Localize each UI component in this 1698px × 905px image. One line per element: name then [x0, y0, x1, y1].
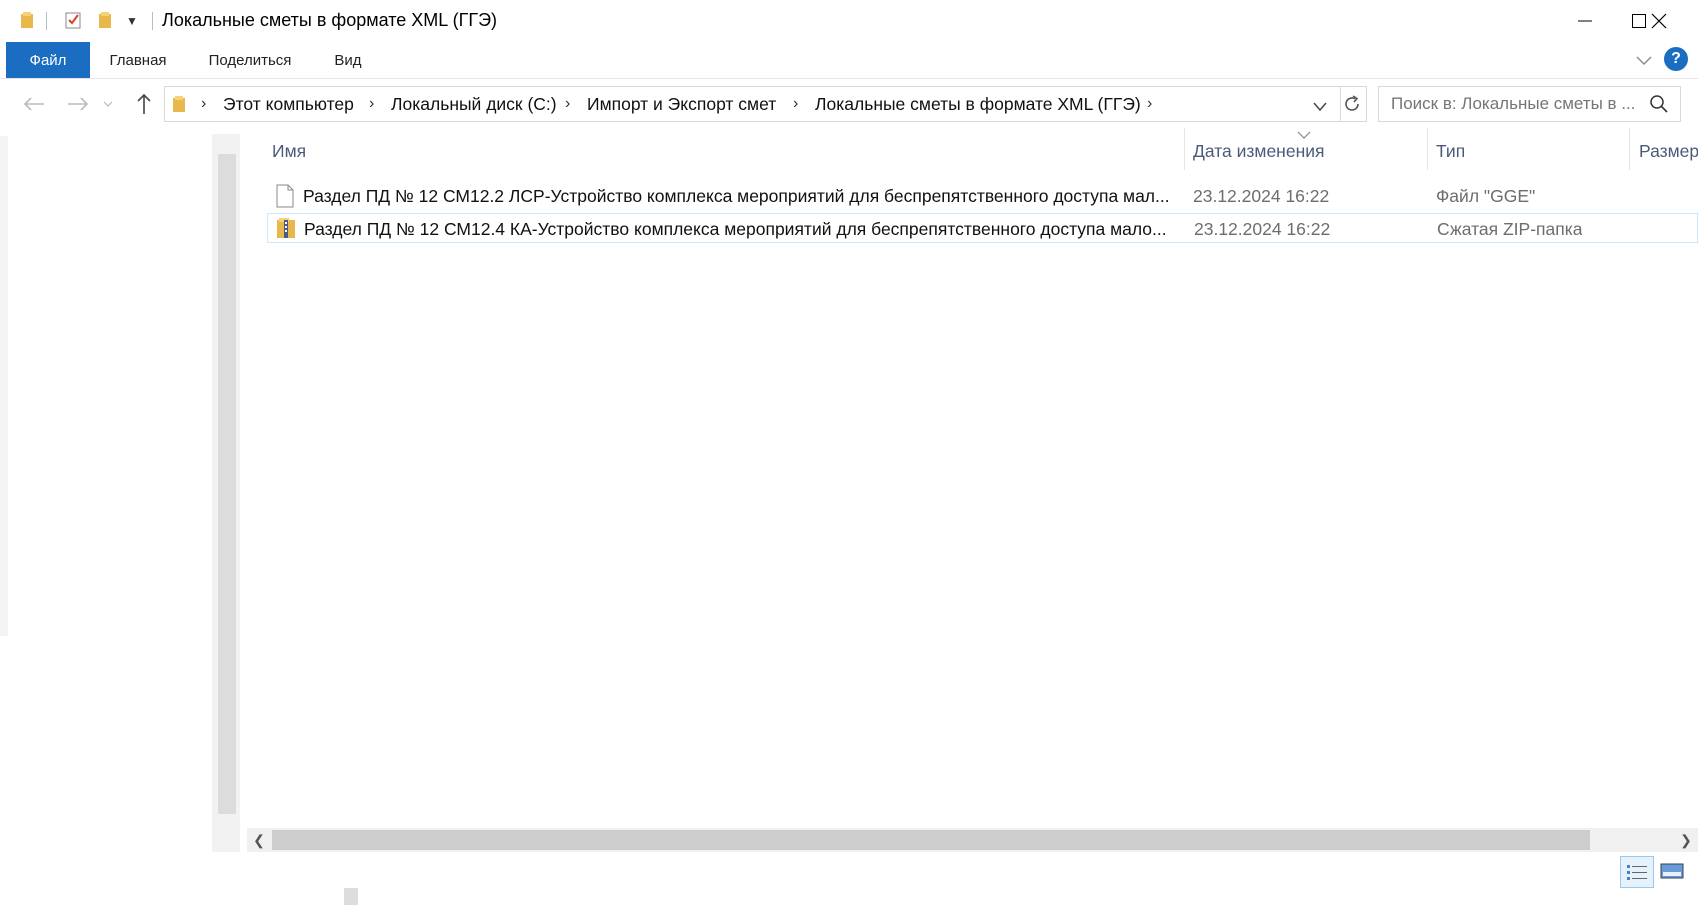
scroll-right-arrow-icon[interactable]: ❯ — [1674, 828, 1698, 852]
divider — [46, 12, 47, 30]
scrollbar-thumb[interactable] — [272, 830, 1590, 850]
breadcrumb-current-folder[interactable]: Локальные сметы в формате XML (ГГЭ) — [815, 87, 1141, 121]
folder-icon — [171, 94, 189, 119]
close-button[interactable] — [1624, 0, 1694, 42]
mouse-cursor-icon — [344, 888, 358, 905]
breadcrumb-this-pc[interactable]: Этот компьютер — [223, 87, 354, 121]
refresh-icon — [1345, 95, 1359, 111]
refresh-button[interactable] — [1338, 86, 1367, 122]
large-icons-view-button[interactable] — [1656, 856, 1688, 886]
file-name[interactable]: Раздел ПД № 12 СМ12.2 ЛСР-Устройство ком… — [303, 181, 1213, 211]
customize-dropdown-icon[interactable]: ▼ — [126, 14, 138, 28]
address-dropdown-button[interactable] — [1313, 99, 1327, 117]
column-divider[interactable] — [1184, 128, 1185, 170]
chevron-down-icon — [103, 101, 113, 107]
chevron-down-icon — [1313, 102, 1327, 112]
ribbon: Файл Главная Поделиться Вид ? — [0, 42, 1698, 79]
ribbon-expand-button[interactable] — [1632, 50, 1656, 72]
search-input[interactable] — [1389, 87, 1643, 121]
new-folder-icon[interactable] — [96, 10, 116, 30]
title-bar: ▼ Локальные сметы в формате XML (ГГЭ) — [0, 0, 1698, 43]
arrow-left-icon — [23, 97, 44, 111]
file-date: 23.12.2024 16:22 — [1194, 218, 1331, 239]
help-icon[interactable]: ? — [1664, 47, 1688, 71]
chevron-right-icon[interactable]: › — [793, 87, 798, 121]
divider — [152, 12, 153, 30]
close-icon — [1651, 13, 1667, 29]
window-title: Локальные сметы в формате XML (ГГЭ) — [162, 10, 498, 30]
column-divider[interactable] — [1427, 128, 1428, 170]
address-bar[interactable]: › Этот компьютер › Локальный диск (C:) ›… — [164, 86, 1341, 122]
scroll-left-arrow-icon[interactable]: ❮ — [247, 828, 271, 852]
file-type: Файл "GGE" — [1436, 185, 1536, 206]
folder-icon[interactable] — [18, 10, 38, 30]
column-header-size[interactable]: Размер — [1639, 135, 1698, 167]
recent-locations-button[interactable] — [100, 90, 116, 118]
column-header-date[interactable]: Дата изменения — [1193, 135, 1325, 167]
minimize-icon — [1578, 20, 1592, 22]
breadcrumb-import-export[interactable]: Импорт и Экспорт смет — [587, 87, 776, 121]
tab-view[interactable]: Вид — [320, 42, 376, 78]
large-icons-view-icon — [1660, 863, 1684, 879]
tab-home[interactable]: Главная — [96, 42, 180, 78]
column-header-type[interactable]: Тип — [1436, 135, 1465, 167]
search-icon[interactable] — [1649, 94, 1669, 119]
breadcrumb-local-disk[interactable]: Локальный диск (C:) — [391, 87, 557, 121]
chevron-right-icon[interactable]: › — [369, 87, 374, 121]
column-header-name[interactable]: Имя — [272, 135, 306, 167]
details-view-icon — [1627, 865, 1647, 880]
arrow-right-icon — [68, 97, 89, 111]
file-icon — [275, 184, 295, 213]
properties-icon[interactable] — [64, 10, 84, 30]
back-button[interactable] — [20, 90, 48, 118]
table-row-selected[interactable]: Раздел ПД № 12 СМ12.4 КА-Устройство комп… — [267, 213, 1698, 243]
details-view-button[interactable] — [1620, 856, 1654, 888]
file-type: Сжатая ZIP-папка — [1437, 218, 1583, 239]
up-button[interactable] — [130, 90, 158, 118]
file-date: 23.12.2024 16:22 — [1193, 185, 1330, 206]
left-edge-panel — [0, 136, 8, 636]
zip-folder-icon — [276, 216, 298, 245]
chevron-right-icon[interactable]: › — [1147, 87, 1152, 121]
chevron-right-icon[interactable]: › — [565, 87, 570, 121]
search-box[interactable] — [1378, 86, 1681, 122]
forward-button[interactable] — [64, 90, 92, 118]
column-divider[interactable] — [1629, 128, 1630, 170]
chevron-down-icon — [1636, 56, 1652, 65]
arrow-up-icon — [137, 93, 151, 114]
navigation-pane-scrollbar[interactable] — [218, 154, 236, 814]
chevron-right-icon[interactable]: › — [201, 87, 206, 121]
file-name[interactable]: Раздел ПД № 12 СМ12.4 КА-Устройство комп… — [304, 214, 1214, 244]
table-row[interactable]: Раздел ПД № 12 СМ12.2 ЛСР-Устройство ком… — [267, 181, 1698, 211]
tab-file[interactable]: Файл — [6, 42, 90, 78]
tab-share[interactable]: Поделиться — [196, 42, 304, 78]
